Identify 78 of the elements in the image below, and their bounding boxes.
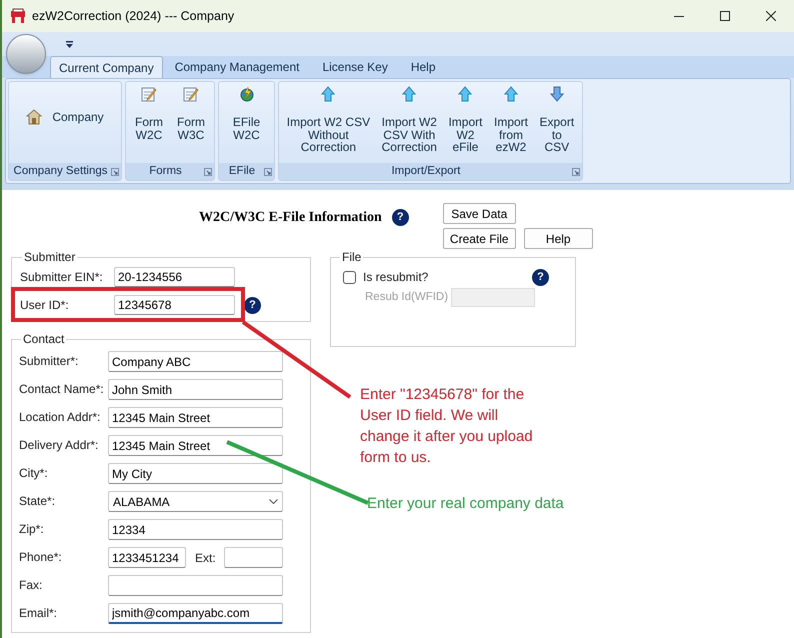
help-icon[interactable]: ? bbox=[532, 268, 549, 286]
app-logo-icon bbox=[10, 8, 26, 24]
ribbon-button[interactable]: Import W2 CSV With Correction bbox=[382, 86, 437, 154]
text-field[interactable]: jsmith@companyabc.com bbox=[108, 603, 283, 624]
annotation-text: Enter "12345678" for the User ID field. We will change it after you upload form to us. bbox=[360, 385, 534, 468]
window-title: ezW2Correction (2024) --- Company bbox=[32, 8, 234, 25]
field-label: Phone*: bbox=[19, 549, 63, 566]
ribbon-button[interactable]: Import W2 CSV Without Correction bbox=[286, 86, 370, 154]
dialog-launcher-icon[interactable] bbox=[264, 168, 272, 176]
ribbon-button[interactable]: Company bbox=[26, 108, 104, 126]
ribbon-button[interactable]: EFile W2C bbox=[232, 86, 260, 141]
text-field[interactable]: Company ABC bbox=[108, 351, 283, 372]
group-title: File bbox=[341, 249, 362, 266]
help-icon[interactable]: ? bbox=[244, 296, 261, 314]
form-button[interactable]: Create File bbox=[442, 228, 516, 249]
ribbon-tab[interactable]: License Key bbox=[311, 56, 399, 78]
up-arrow-icon bbox=[458, 86, 472, 102]
ribbon-group-label: EFile bbox=[228, 164, 256, 179]
close-icon bbox=[766, 11, 776, 21]
text-field[interactable]: 12345 Main Street bbox=[108, 407, 283, 428]
ribbon-tab[interactable]: Help bbox=[400, 56, 447, 78]
phone-field[interactable]: 1233451234 bbox=[108, 547, 186, 568]
ribbon-button[interactable]: Export to CSV bbox=[540, 86, 574, 154]
up-arrow-icon bbox=[402, 86, 416, 102]
text-field[interactable]: 12345678 bbox=[114, 295, 235, 315]
up-arrow-icon bbox=[504, 86, 518, 102]
ribbon-button[interactable]: Form W3C bbox=[177, 86, 205, 141]
text-field[interactable] bbox=[108, 575, 283, 596]
text-field[interactable]: John Smith bbox=[108, 379, 283, 400]
form-pencil-icon bbox=[183, 86, 199, 102]
quick-access-dropdown-icon[interactable] bbox=[66, 40, 73, 48]
ribbon-tab[interactable]: Current Company bbox=[50, 56, 163, 78]
ribbon-group-label: Import/Export bbox=[391, 164, 461, 179]
group-title: Contact bbox=[22, 331, 66, 348]
help-icon[interactable]: ? bbox=[392, 209, 409, 226]
ext-field[interactable] bbox=[224, 547, 283, 568]
maximize-icon bbox=[720, 11, 730, 21]
state-dropdown[interactable]: ALABAMA bbox=[108, 491, 283, 512]
form-button[interactable]: Save Data bbox=[442, 203, 516, 224]
field-label: User ID*: bbox=[20, 297, 70, 314]
chevron-down-icon bbox=[269, 499, 278, 504]
field-label: Delivery Addr*: bbox=[19, 437, 100, 454]
text-field[interactable]: 12345 Main Street bbox=[108, 435, 283, 456]
ribbon-button[interactable]: Import W2 eFile bbox=[448, 86, 482, 154]
down-arrow-icon bbox=[550, 86, 564, 102]
field-label: Contact Name*: bbox=[19, 381, 105, 398]
resubmit-checkbox[interactable] bbox=[343, 270, 356, 284]
form-pencil-icon bbox=[141, 86, 157, 102]
globe-icon bbox=[238, 86, 254, 102]
ribbon-group-label: Company Settings bbox=[14, 164, 108, 179]
field-label: Location Addr*: bbox=[19, 409, 102, 426]
house-icon bbox=[26, 109, 42, 125]
field-label: Email*: bbox=[19, 605, 58, 622]
text-field[interactable]: 20-1234556 bbox=[114, 267, 235, 287]
form-title: W2C/W3C E-File Information bbox=[199, 209, 382, 227]
annotation-text: Enter your real company data bbox=[367, 494, 564, 514]
ribbon-group-label: Forms bbox=[149, 164, 182, 179]
field-label: Submitter EIN*: bbox=[20, 269, 104, 286]
ribbon-button[interactable]: Import from ezW2 bbox=[494, 86, 528, 154]
field-label: Zip*: bbox=[19, 521, 45, 538]
field-label: State*: bbox=[19, 493, 56, 510]
dialog-launcher-icon[interactable] bbox=[204, 168, 212, 176]
field-label: Resub Id(WFID) bbox=[365, 290, 450, 305]
ribbon-button[interactable]: Form W2C bbox=[135, 86, 163, 141]
text-field[interactable]: My City bbox=[108, 463, 283, 484]
up-arrow-icon bbox=[321, 86, 336, 102]
ext-label: Ext: bbox=[195, 550, 217, 566]
field-label: Submitter*: bbox=[19, 353, 80, 370]
field-label: Fax: bbox=[19, 577, 44, 594]
form-button[interactable]: Help bbox=[524, 228, 593, 249]
text-field[interactable]: 12334 bbox=[108, 519, 283, 540]
application-button[interactable] bbox=[6, 34, 46, 74]
dialog-launcher-icon[interactable] bbox=[572, 168, 580, 176]
ribbon-tab[interactable]: Company Management bbox=[164, 56, 310, 78]
dialog-launcher-icon[interactable] bbox=[111, 168, 119, 176]
checkbox-label: Is resubmit? bbox=[363, 269, 428, 286]
field-label: City*: bbox=[19, 465, 49, 482]
group-title: Submitter bbox=[23, 249, 76, 266]
